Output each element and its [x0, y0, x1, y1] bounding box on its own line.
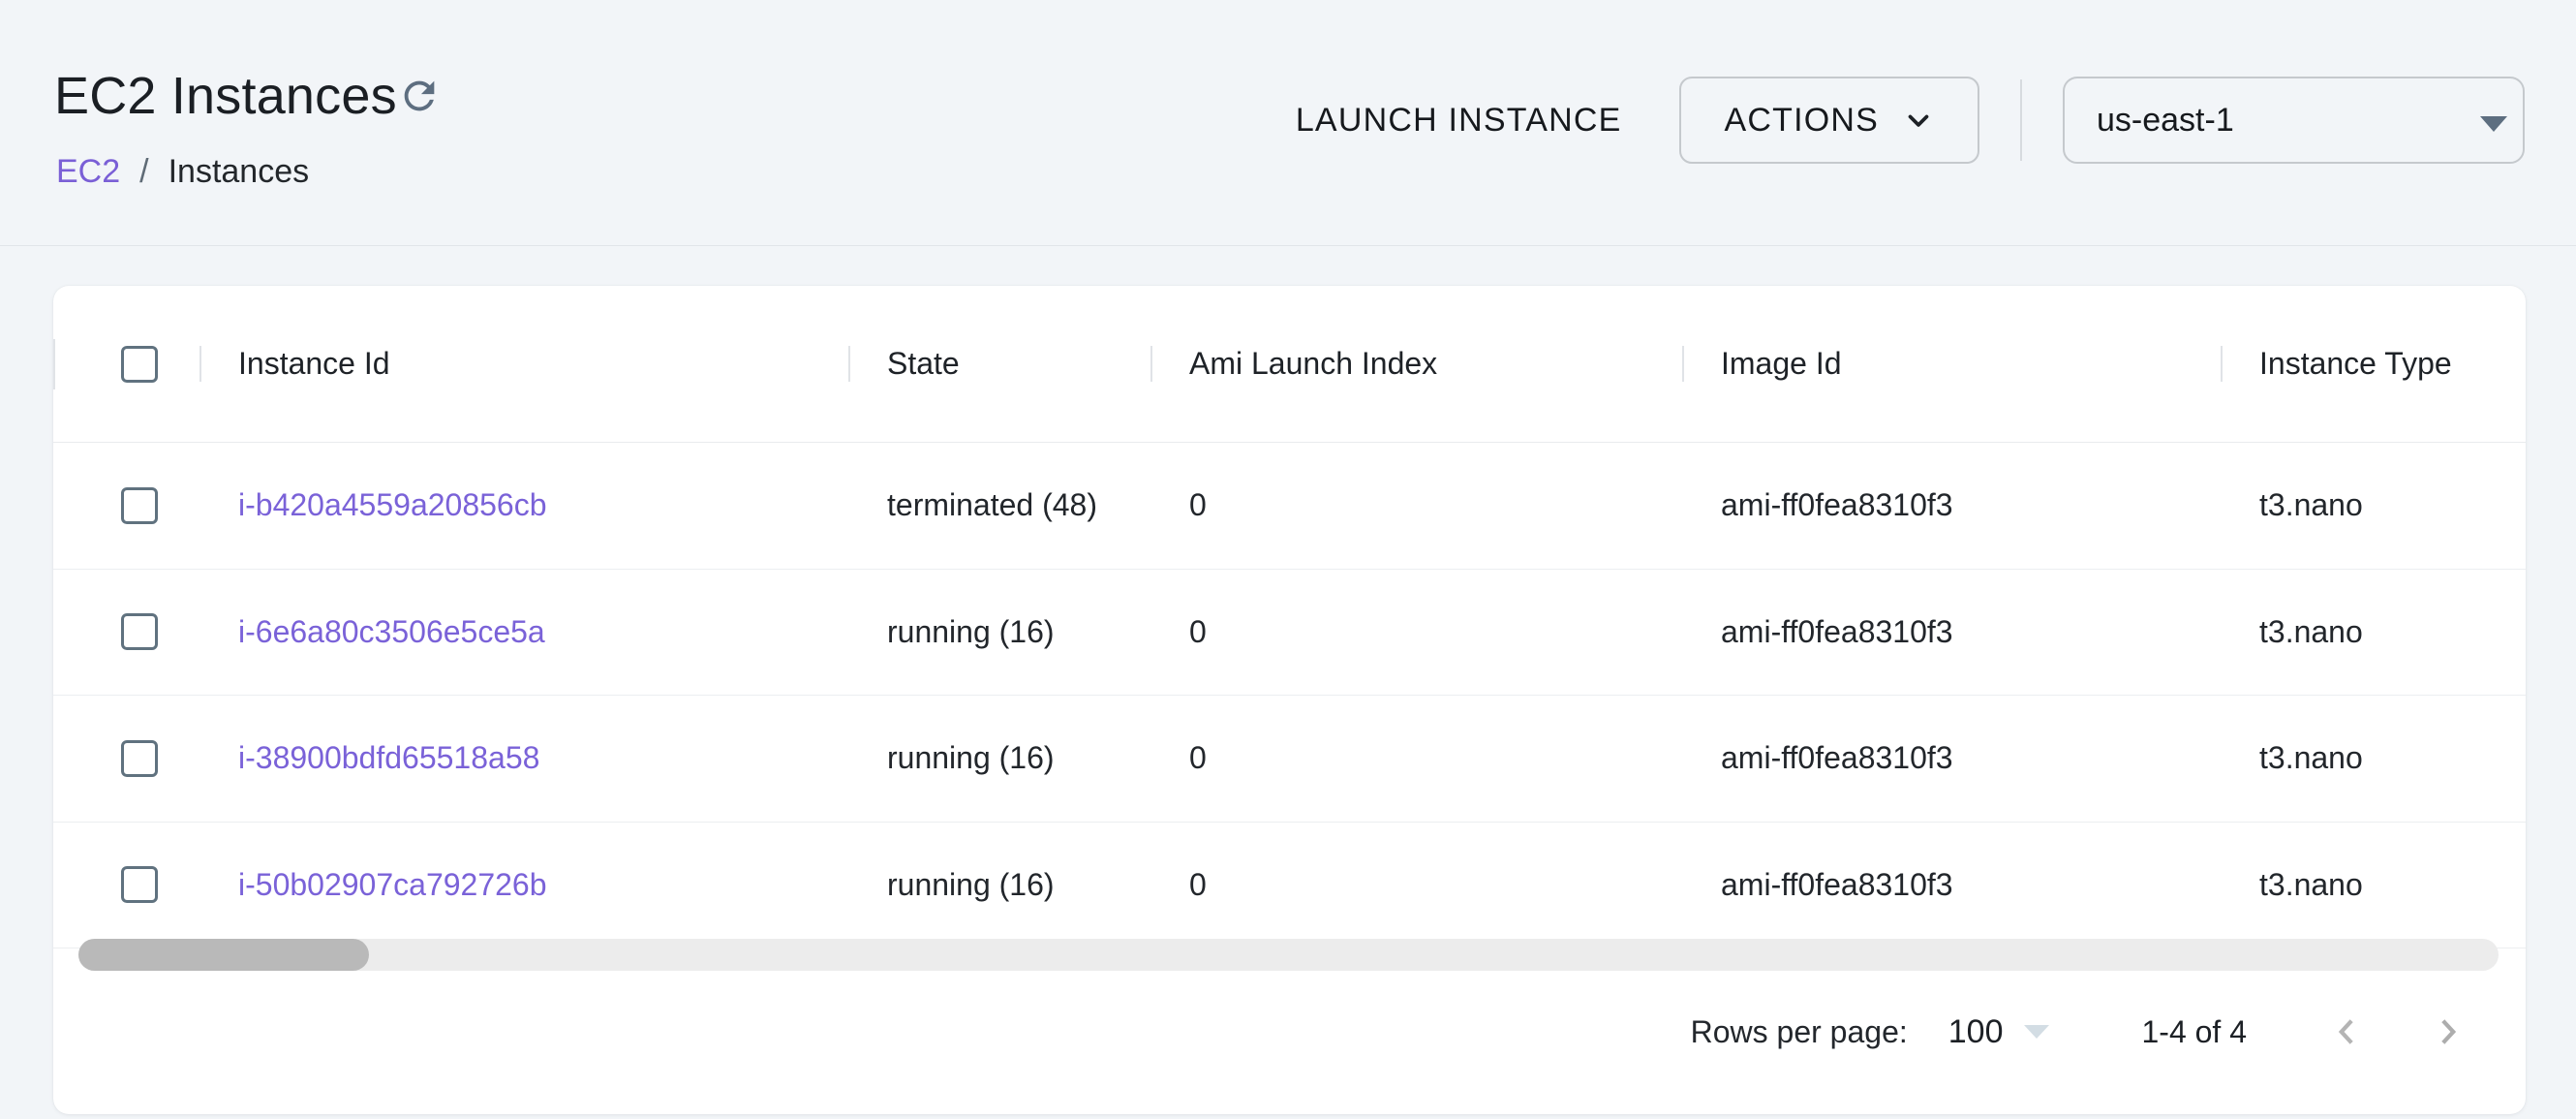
next-page-button[interactable]	[2425, 1009, 2471, 1055]
toolbar-divider	[2020, 79, 2022, 161]
triangle-down-icon	[2480, 116, 2507, 132]
chevron-right-icon	[2431, 1014, 2466, 1049]
row-checkbox[interactable]	[121, 613, 158, 650]
cell-instance-type: t3.nano	[2221, 867, 2526, 903]
cell-ami-launch-index: 0	[1150, 867, 1682, 903]
breadcrumb: EC2 / Instances	[56, 153, 309, 191]
cell-instance-type: t3.nano	[2221, 740, 2526, 776]
table-row: i-b420a4559a20856cb terminated (48) 0 am…	[53, 443, 2526, 570]
actions-button-label: ACTIONS	[1724, 102, 1879, 140]
instance-id-link[interactable]: i-b420a4559a20856cb	[238, 487, 547, 522]
refresh-button[interactable]	[395, 72, 444, 120]
triangle-down-icon	[2024, 1025, 2049, 1039]
cell-instance-type: t3.nano	[2221, 614, 2526, 650]
column-header-ami-launch-index[interactable]: Ami Launch Index	[1150, 346, 1682, 382]
breadcrumb-link-ec2[interactable]: EC2	[56, 153, 120, 191]
cell-state: running (16)	[848, 614, 1150, 650]
cell-image-id: ami-ff0fea8310f3	[1682, 740, 2221, 776]
cell-state: terminated (48)	[848, 487, 1150, 523]
table-row: i-6e6a80c3506e5ce5a running (16) 0 ami-f…	[53, 570, 2526, 697]
cell-instance-type: t3.nano	[2221, 487, 2526, 523]
select-all-checkbox[interactable]	[121, 346, 158, 383]
breadcrumb-separator: /	[139, 153, 148, 191]
page-title: EC2 Instances	[54, 66, 397, 126]
rows-per-page-value: 100	[1948, 1013, 2004, 1051]
horizontal-scrollbar-track[interactable]	[78, 939, 2499, 971]
launch-instance-button[interactable]: LAUNCH INSTANCE	[1296, 102, 1622, 140]
row-checkbox[interactable]	[121, 740, 158, 777]
refresh-icon	[397, 74, 442, 118]
chevron-left-icon	[2329, 1014, 2364, 1049]
column-header-image-id[interactable]: Image Id	[1682, 346, 2221, 382]
cell-ami-launch-index: 0	[1150, 740, 1682, 776]
pagination-range: 1-4 of 4	[2141, 1014, 2247, 1050]
row-checkbox-cell	[53, 487, 199, 524]
instance-id-link[interactable]: i-6e6a80c3506e5ce5a	[238, 614, 545, 649]
cell-instance-id: i-38900bdfd65518a58	[199, 740, 848, 776]
row-checkbox[interactable]	[121, 487, 158, 524]
cell-image-id: ami-ff0fea8310f3	[1682, 867, 2221, 903]
header-checkbox-cell	[53, 286, 199, 442]
row-checkbox-cell	[53, 866, 199, 903]
table-header-row: Instance Id State Ami Launch Index Image…	[53, 286, 2526, 443]
column-header-instance-id[interactable]: Instance Id	[199, 346, 848, 382]
previous-page-button[interactable]	[2323, 1009, 2370, 1055]
table-row: i-50b02907ca792726b running (16) 0 ami-f…	[53, 823, 2526, 949]
row-checkbox[interactable]	[121, 866, 158, 903]
chevron-down-icon	[1902, 104, 1935, 137]
horizontal-scrollbar-thumb[interactable]	[78, 939, 369, 971]
breadcrumb-current: Instances	[169, 153, 310, 191]
cell-state: running (16)	[848, 867, 1150, 903]
actions-dropdown-button[interactable]: ACTIONS	[1679, 77, 1979, 164]
cell-instance-id: i-b420a4559a20856cb	[199, 487, 848, 523]
header-controls: LAUNCH INSTANCE ACTIONS us-east-1	[1296, 76, 2525, 165]
instance-id-link[interactable]: i-50b02907ca792726b	[238, 867, 547, 902]
pagination: Rows per page: 100 1-4 of 4	[1691, 985, 2471, 1078]
cell-instance-id: i-6e6a80c3506e5ce5a	[199, 614, 848, 650]
cell-ami-launch-index: 0	[1150, 614, 1682, 650]
region-select-value: us-east-1	[2097, 102, 2234, 140]
header-divider	[0, 245, 2576, 246]
region-select[interactable]: us-east-1	[2063, 77, 2525, 164]
table-row: i-38900bdfd65518a58 running (16) 0 ami-f…	[53, 696, 2526, 823]
cell-instance-id: i-50b02907ca792726b	[199, 867, 848, 903]
instances-table-card: Instance Id State Ami Launch Index Image…	[53, 286, 2526, 1114]
column-header-state[interactable]: State	[848, 346, 1150, 382]
instance-id-link[interactable]: i-38900bdfd65518a58	[238, 740, 539, 775]
row-checkbox-cell	[53, 740, 199, 777]
rows-per-page-select[interactable]: 100	[1948, 1013, 2050, 1051]
rows-per-page-label: Rows per page:	[1691, 1014, 1908, 1050]
column-header-instance-type[interactable]: Instance Type	[2221, 346, 2526, 382]
cell-state: running (16)	[848, 740, 1150, 776]
cell-image-id: ami-ff0fea8310f3	[1682, 487, 2221, 523]
cell-image-id: ami-ff0fea8310f3	[1682, 614, 2221, 650]
cell-ami-launch-index: 0	[1150, 487, 1682, 523]
row-checkbox-cell	[53, 613, 199, 650]
